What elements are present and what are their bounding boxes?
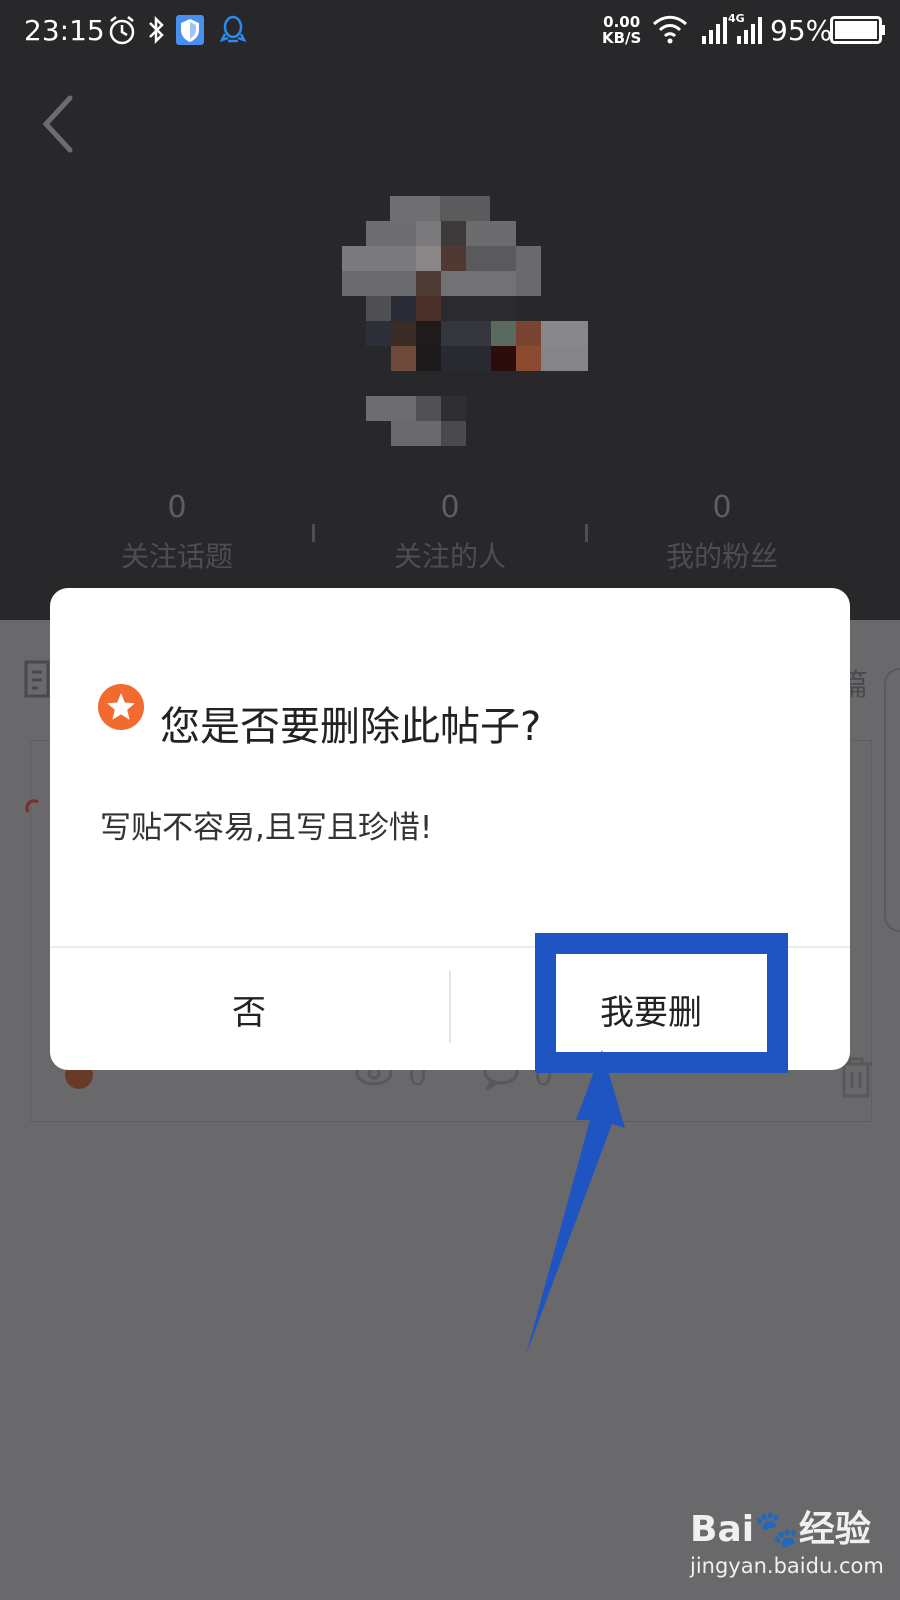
dialog-button-divider bbox=[449, 971, 451, 1043]
profile-header: 23:15 0.00 KB/S 4G 95% 0 关注话题 0 关注的人 0 我… bbox=[0, 0, 900, 620]
stat-topics-count: 0 bbox=[167, 490, 187, 525]
stat-topics-label: 关注话题 bbox=[120, 540, 233, 573]
stat-following-count: 0 bbox=[440, 490, 460, 525]
avatar[interactable] bbox=[342, 196, 598, 452]
status-bar: 23:15 0.00 KB/S 4G 95% bbox=[0, 0, 900, 64]
star-icon bbox=[98, 684, 144, 730]
shield-icon bbox=[176, 15, 204, 45]
network-speed-unit: KB/S bbox=[602, 29, 642, 47]
signal-icon bbox=[702, 17, 727, 44]
signal-4g-icon bbox=[737, 17, 762, 44]
back-arrow-icon[interactable] bbox=[36, 94, 82, 154]
profile-stats: 0 关注话题 0 关注的人 0 我的粉丝 bbox=[0, 490, 900, 590]
cancel-button[interactable]: 否 bbox=[50, 948, 448, 1070]
status-time: 23:15 bbox=[24, 14, 105, 47]
network-speed-value: 0.00 bbox=[603, 13, 641, 31]
qq-icon bbox=[220, 15, 246, 43]
stat-divider bbox=[312, 524, 315, 542]
pointer-arrow-icon bbox=[526, 1050, 625, 1355]
dialog-title: 您是否要删除此帖子? bbox=[160, 704, 542, 750]
post-tag-icon bbox=[25, 799, 39, 813]
alarm-icon bbox=[109, 16, 135, 45]
stat-fans[interactable]: 0 我的粉丝 bbox=[597, 490, 847, 575]
battery-percent: 95% bbox=[770, 14, 833, 47]
battery-icon bbox=[830, 16, 885, 44]
network-speed: 0.00 KB/S bbox=[602, 14, 641, 46]
stat-divider bbox=[585, 524, 588, 542]
dialog-message: 写贴不容易,且写且珍惜! bbox=[100, 810, 433, 846]
watermark: Bai🐾经验 jingyan.baidu.com bbox=[690, 1500, 884, 1578]
wifi-icon bbox=[652, 15, 688, 44]
stat-following[interactable]: 0 关注的人 bbox=[325, 490, 575, 575]
watermark-url: jingyan.baidu.com bbox=[690, 1554, 884, 1578]
bluetooth-icon bbox=[149, 15, 164, 45]
watermark-logo: Bai🐾经验 bbox=[690, 1509, 871, 1550]
stat-fans-count: 0 bbox=[712, 490, 732, 525]
stat-topics[interactable]: 0 关注话题 bbox=[52, 490, 302, 575]
stat-following-label: 关注的人 bbox=[393, 540, 506, 573]
stat-fans-label: 我的粉丝 bbox=[665, 540, 778, 573]
scroll-handle[interactable] bbox=[884, 668, 900, 932]
